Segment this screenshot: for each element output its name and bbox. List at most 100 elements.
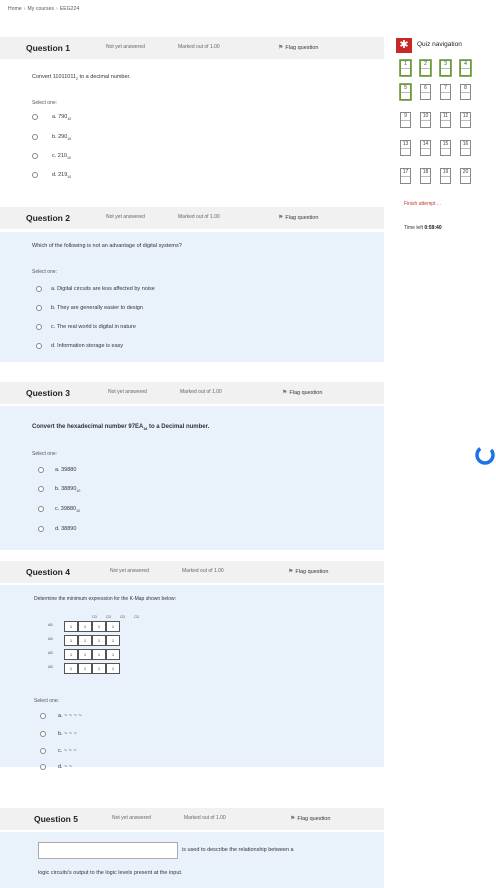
- question-1-flag[interactable]: ⚑ Flag question: [278, 44, 318, 51]
- kmap-cell: 1: [106, 663, 120, 674]
- question-4-option-b[interactable]: b. ~ ~ ~: [40, 729, 77, 739]
- question-4-marks: Marked out of 1.00: [182, 568, 224, 574]
- nav-question-2[interactable]: 2: [420, 60, 431, 76]
- kmap-cell: 1: [78, 635, 92, 646]
- question-3-select-one: Select one:: [32, 451, 58, 457]
- breadcrumb-my-courses[interactable]: My courses: [28, 6, 55, 12]
- radio-button[interactable]: [40, 763, 46, 770]
- kmap-cell: 1: [92, 635, 106, 646]
- nav-question-5[interactable]: 5: [400, 84, 411, 100]
- question-2-flag[interactable]: ⚑ Flag question: [278, 214, 318, 221]
- nav-question-4[interactable]: 4: [460, 60, 471, 76]
- radio-button[interactable]: [40, 747, 46, 754]
- question-2-option-d[interactable]: d. Information storage is easy: [36, 341, 123, 351]
- nav-question-11[interactable]: 11: [440, 112, 451, 128]
- question-4-option-d[interactable]: d. ~ ~: [40, 762, 72, 772]
- question-2-status: Not yet answered: [106, 214, 145, 220]
- radio-button[interactable]: [32, 133, 38, 140]
- kmap-grid: CD CD CD CD AB AB AB AB 1 1 1 1 1 1 1 1 …: [48, 615, 140, 685]
- question-1-option-c[interactable]: c. 21010: [32, 151, 71, 161]
- question-5-flag[interactable]: ⚑ Flag question: [290, 815, 330, 822]
- loading-spinner-icon: [475, 445, 495, 465]
- question-3-flag[interactable]: ⚑ Flag question: [282, 389, 322, 396]
- question-3-option-d[interactable]: d. 38890: [38, 524, 76, 534]
- question-3-option-b[interactable]: b. 3889010: [38, 484, 80, 494]
- question-5-status: Not yet answered: [112, 815, 151, 821]
- nav-question-7[interactable]: 7: [440, 84, 451, 100]
- question-4-option-a[interactable]: a. ~ ~ ~ ~: [40, 711, 82, 721]
- question-5-answer-input[interactable]: [38, 842, 178, 859]
- radio-button[interactable]: [32, 113, 38, 120]
- radio-button[interactable]: [40, 712, 46, 719]
- radio-button[interactable]: [36, 323, 42, 330]
- nav-question-13[interactable]: 13: [400, 140, 411, 156]
- question-4-text: Determine the minimum expression for the…: [34, 596, 177, 602]
- flag-label: Flag question: [285, 45, 319, 51]
- question-2-option-c[interactable]: c. The real world is digital in nature: [36, 322, 136, 332]
- question-5-header: Question 5 Not yet answered Marked out o…: [0, 808, 384, 830]
- kmap-row-header: AB: [48, 651, 53, 655]
- flag-icon: ⚑: [288, 569, 294, 575]
- time-left-value: 0:59:40: [424, 225, 442, 231]
- radio-button[interactable]: [32, 152, 38, 159]
- question-2-number: Question 2: [26, 213, 70, 223]
- radio-button[interactable]: [38, 466, 44, 473]
- nav-question-19[interactable]: 19: [440, 168, 451, 184]
- nav-question-10[interactable]: 10: [420, 112, 431, 128]
- breadcrumb-home[interactable]: Home: [8, 6, 22, 12]
- question-3-option-a[interactable]: a. 39880: [38, 465, 76, 475]
- question-2-option-a[interactable]: a. Digital circuits are less affected by…: [36, 284, 155, 294]
- radio-button[interactable]: [40, 730, 46, 737]
- question-3-text: Convert the hexadecimal number 97EA16 to…: [32, 424, 210, 432]
- question-4-header: Question 4 Not yet answered Marked out o…: [0, 561, 384, 583]
- kmap-row-header: AB: [48, 623, 53, 627]
- nav-question-18[interactable]: 18: [420, 168, 431, 184]
- radio-button[interactable]: [38, 485, 44, 492]
- radio-button[interactable]: [36, 285, 42, 292]
- nav-question-17[interactable]: 17: [400, 168, 411, 184]
- question-1-option-d[interactable]: d. 21910: [32, 170, 71, 180]
- kmap-cell: 1: [106, 621, 120, 632]
- question-1-option-b[interactable]: b. 29010: [32, 132, 71, 142]
- radio-button[interactable]: [36, 304, 42, 311]
- nav-question-16[interactable]: 16: [460, 140, 471, 156]
- radio-button[interactable]: [38, 505, 44, 512]
- nav-question-8[interactable]: 8: [460, 84, 471, 100]
- question-3-number: Question 3: [26, 388, 70, 398]
- nav-question-15[interactable]: 15: [440, 140, 451, 156]
- nav-question-1[interactable]: 1: [400, 60, 411, 76]
- question-1-text: Convert 110110112 to a decimal number.: [32, 74, 131, 82]
- kmap-cell: 1: [78, 663, 92, 674]
- question-4-option-c[interactable]: c. ~ ~ ~: [40, 746, 77, 756]
- question-3-option-c[interactable]: c. 3988010: [38, 504, 80, 514]
- question-4-select-one: Select one:: [34, 698, 60, 704]
- question-2-text: Which of the following is not an advanta…: [32, 243, 182, 249]
- kmap-cell: 1: [106, 649, 120, 660]
- nav-question-14[interactable]: 14: [420, 140, 431, 156]
- quiz-navigation-title: Quiz navigation: [417, 41, 462, 48]
- kmap-cell: 1: [106, 635, 120, 646]
- finish-attempt-link[interactable]: Finish attempt ...: [404, 201, 441, 207]
- nav-question-6[interactable]: 6: [420, 84, 431, 100]
- nav-question-3[interactable]: 3: [440, 60, 451, 76]
- breadcrumb-course[interactable]: EEG224: [60, 6, 80, 12]
- question-4-number: Question 4: [26, 567, 70, 577]
- question-5-text-a: is used to describe the relationship bet…: [182, 847, 294, 853]
- radio-button[interactable]: [36, 342, 42, 349]
- kmap-cell: 1: [64, 621, 78, 632]
- nav-question-12[interactable]: 12: [460, 112, 471, 128]
- flag-label: Flag question: [285, 215, 319, 221]
- kmap-cell: 1: [64, 635, 78, 646]
- question-2-option-b[interactable]: b. They are generally easier to design: [36, 303, 143, 313]
- question-3-status: Not yet answered: [108, 389, 147, 395]
- flag-label: Flag question: [295, 569, 329, 575]
- nav-question-9[interactable]: 9: [400, 112, 411, 128]
- radio-button[interactable]: [32, 171, 38, 178]
- question-4-flag[interactable]: ⚑ Flag question: [288, 568, 328, 575]
- nav-question-20[interactable]: 20: [460, 168, 471, 184]
- kmap-col-header: CD: [134, 615, 140, 619]
- radio-button[interactable]: [38, 525, 44, 532]
- flag-label: Flag question: [297, 816, 331, 822]
- question-3-header: Question 3 Not yet answered Marked out o…: [0, 382, 384, 404]
- question-1-option-a[interactable]: a. 79010: [32, 112, 71, 122]
